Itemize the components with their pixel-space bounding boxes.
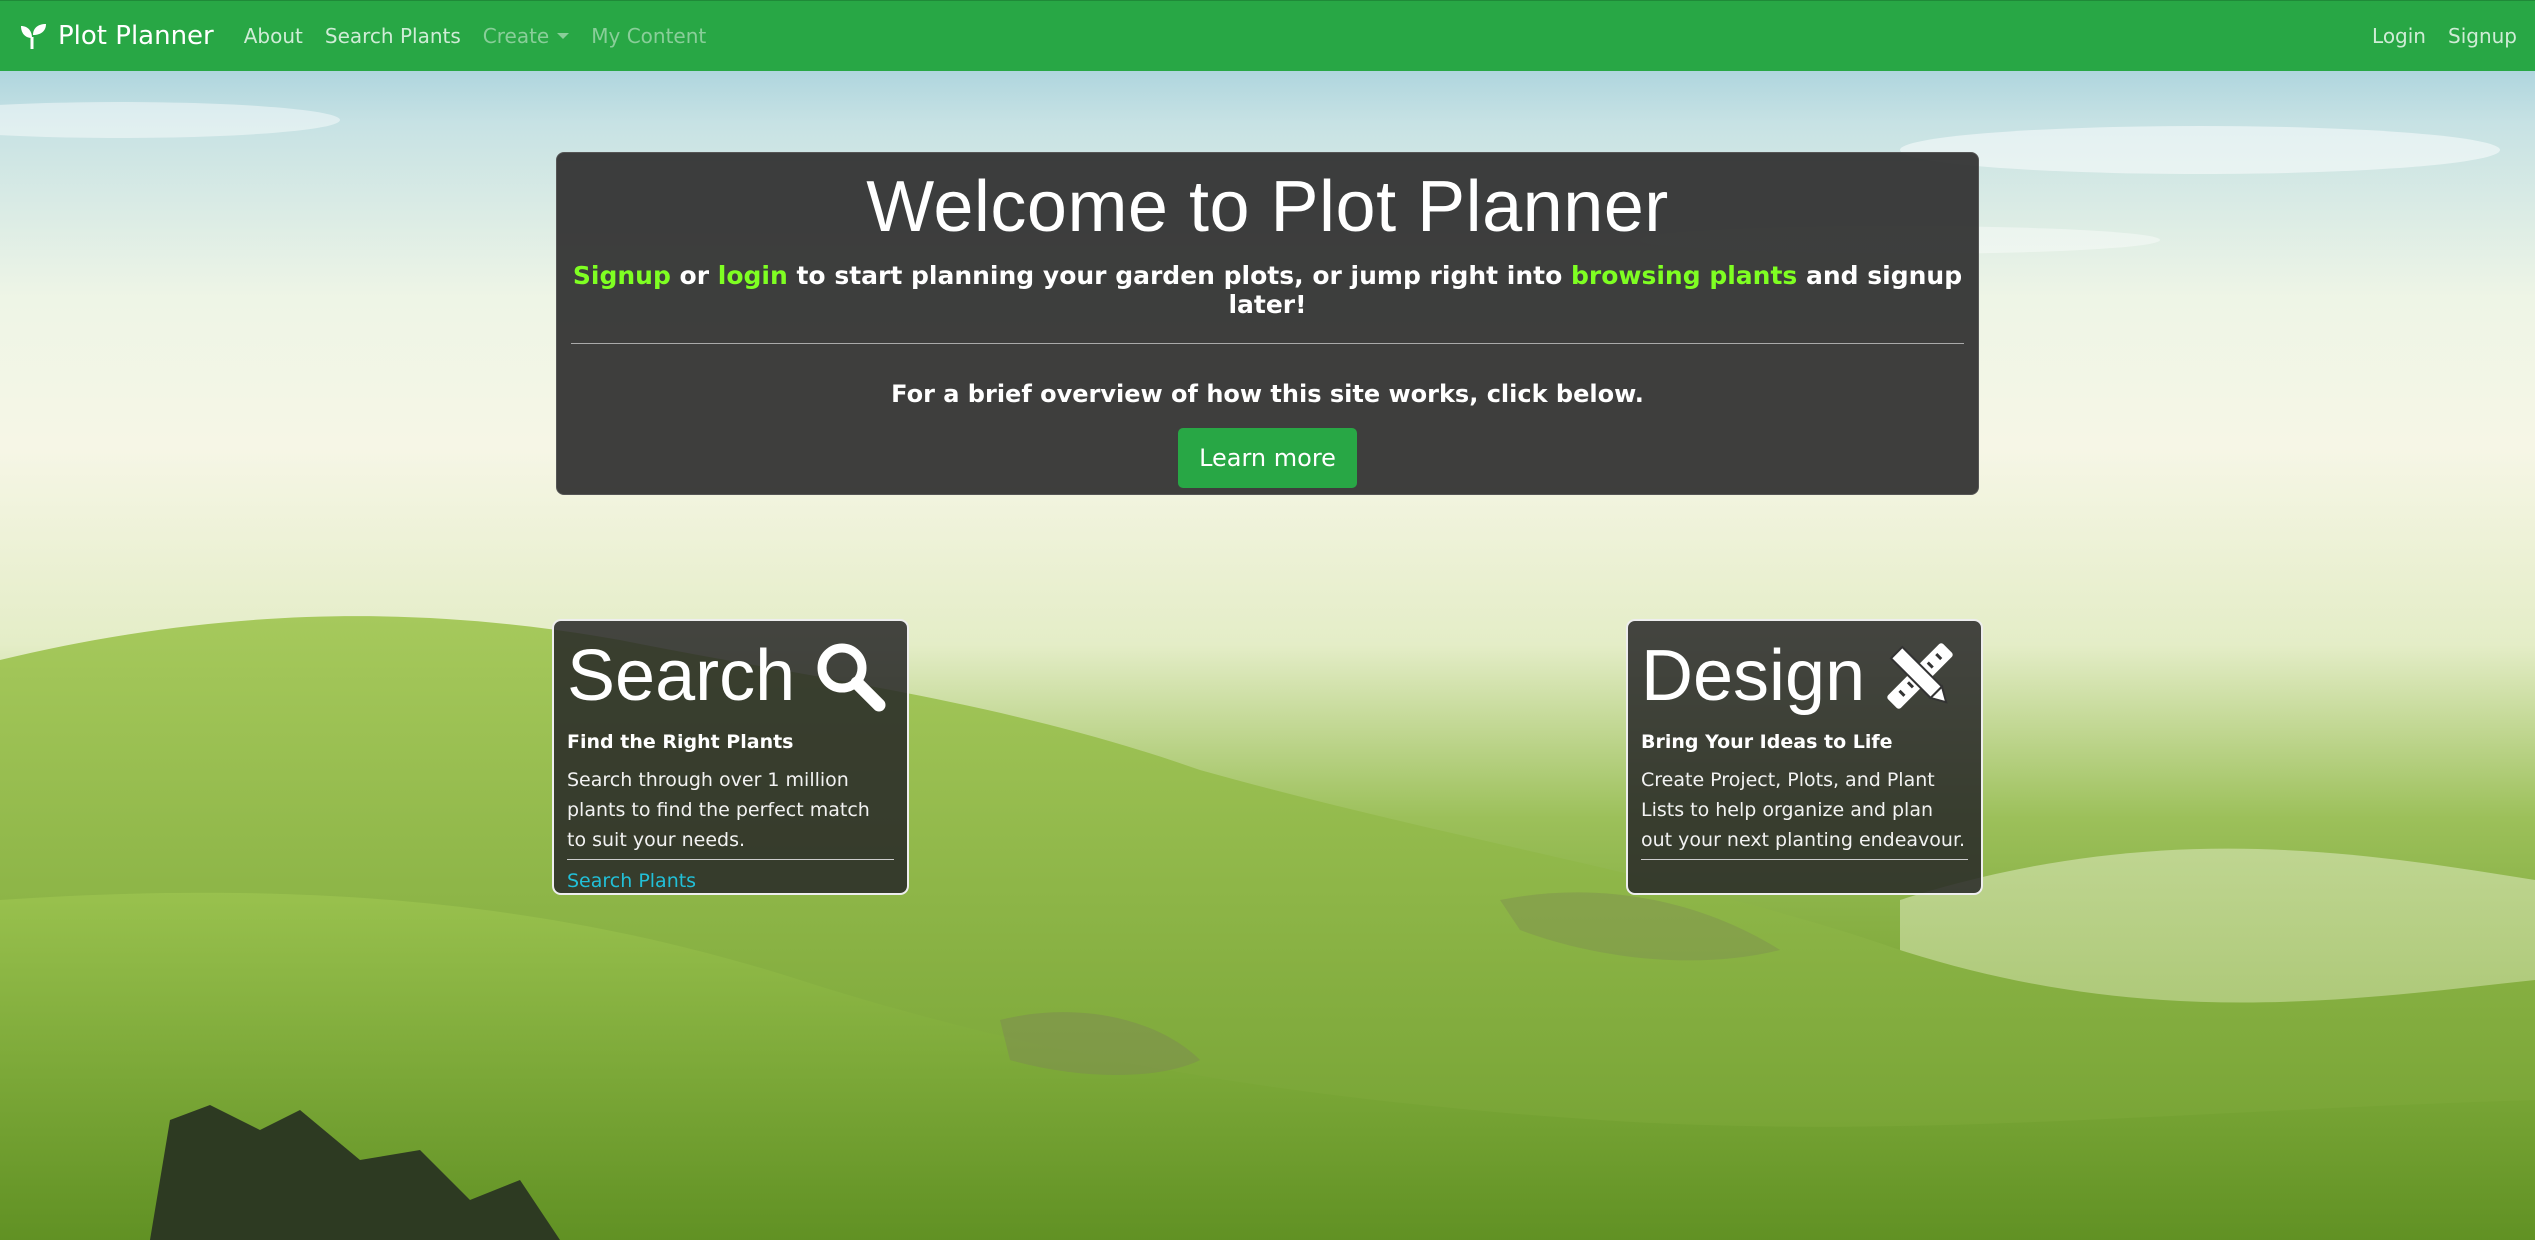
search-card-heading: Search (567, 636, 796, 716)
nav-create-dropdown[interactable]: Create (482, 24, 570, 48)
card-divider (567, 859, 894, 860)
page-title: Welcome to Plot Planner (866, 167, 1669, 247)
nav-about[interactable]: About (244, 24, 303, 48)
design-card-subtitle: Bring Your Ideas to Life (1641, 731, 1893, 753)
lead-text-or: or (670, 261, 718, 290)
top-navbar: Plot Planner About Search Plants Create … (0, 0, 2535, 71)
search-card-title: Search (567, 621, 894, 731)
signup-link[interactable]: Signup (573, 261, 671, 290)
overview-text: For a brief overview of how this site wo… (891, 380, 1644, 408)
browse-plants-link[interactable]: browsing plants (1571, 261, 1797, 290)
brand-name: Plot Planner (58, 21, 214, 51)
search-card: Search Find the Right Plants Search thro… (552, 619, 909, 895)
nav-search-plants[interactable]: Search Plants (325, 24, 461, 48)
design-card-text: Create Project, Plots, and Plant Lists t… (1641, 769, 1966, 851)
lead-text-middle: to start planning your garden plots, or … (787, 261, 1571, 290)
divider (571, 343, 1964, 344)
design-card-heading: Design (1641, 636, 1866, 716)
nav-auth-links: Login Signup (2350, 24, 2517, 48)
seedling-icon (21, 24, 46, 49)
design-card: Design Bring Your Ideas to Life Create P… (1626, 619, 1983, 895)
nav-create-label: Create (482, 24, 550, 48)
chevron-down-icon (557, 33, 570, 39)
welcome-jumbotron: Welcome to Plot Planner Signup or login … (556, 152, 1979, 495)
search-plants-link[interactable]: Search Plants (567, 870, 894, 892)
design-card-title: Design (1641, 621, 1968, 731)
search-card-text: Search through over 1 million plants to … (567, 769, 870, 851)
nav-login[interactable]: Login (2372, 24, 2426, 48)
brand-link[interactable]: Plot Planner (18, 21, 214, 51)
login-link[interactable]: login (718, 261, 788, 290)
welcome-lead: Signup or login to start planning your g… (557, 261, 1978, 319)
nav-signup[interactable]: Signup (2448, 24, 2517, 48)
pencil-ruler-icon (1887, 643, 1953, 709)
nav-my-content[interactable]: My Content (591, 24, 706, 48)
card-divider (1641, 859, 1968, 860)
learn-more-button[interactable]: Learn more (1178, 428, 1357, 488)
magnifier-icon (817, 643, 886, 712)
search-card-subtitle: Find the Right Plants (567, 731, 794, 753)
